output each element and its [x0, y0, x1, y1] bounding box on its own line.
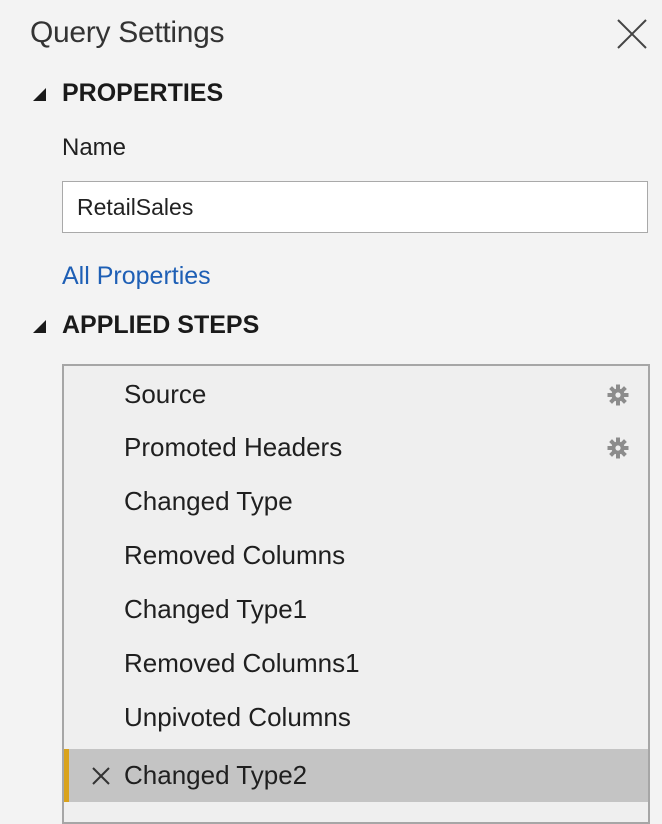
close-button[interactable]	[614, 16, 650, 52]
gear-icon[interactable]	[607, 437, 629, 459]
step-changed-type[interactable]: Changed Type	[64, 475, 648, 528]
step-source[interactable]: Source	[64, 368, 648, 421]
query-name-input[interactable]	[62, 181, 648, 233]
step-changed-type1[interactable]: Changed Type1	[64, 583, 648, 636]
query-settings-pane: Query Settings PROPERTIES Name All Prope…	[0, 0, 662, 824]
step-label: Unpivoted Columns	[124, 702, 351, 732]
step-unpivoted-columns[interactable]: Unpivoted Columns	[64, 691, 648, 744]
selected-step-accent	[64, 749, 69, 802]
applied-steps-header: APPLIED STEPS	[62, 311, 260, 339]
name-label: Name	[62, 134, 127, 161]
triangle-collapse-icon	[33, 319, 46, 333]
step-label: Removed Columns1	[124, 648, 360, 678]
step-changed-type2[interactable]: Changed Type2	[64, 749, 648, 802]
step-label: Changed Type	[124, 486, 293, 516]
step-label: Changed Type2	[124, 760, 308, 790]
pane-title: Query Settings	[30, 16, 225, 49]
applied-steps-section-toggle[interactable]: APPLIED STEPS	[30, 311, 259, 340]
applied-steps-list: Source Promoted Headers Changed Type Rem…	[62, 364, 650, 824]
step-label: Promoted Headers	[124, 432, 343, 462]
properties-header: PROPERTIES	[62, 79, 224, 107]
step-label: Source	[124, 379, 207, 409]
properties-section-toggle[interactable]: PROPERTIES	[30, 79, 223, 108]
step-promoted-headers[interactable]: Promoted Headers	[64, 421, 648, 474]
step-removed-columns[interactable]: Removed Columns	[64, 529, 648, 582]
step-removed-columns1[interactable]: Removed Columns1	[64, 637, 648, 690]
close-icon	[617, 19, 647, 49]
gear-icon[interactable]	[607, 384, 629, 406]
x-icon[interactable]	[90, 765, 112, 787]
triangle-collapse-icon	[33, 87, 46, 101]
step-label: Removed Columns	[124, 540, 346, 570]
step-label: Changed Type1	[124, 594, 308, 624]
all-properties-link[interactable]: All Properties	[62, 262, 211, 291]
